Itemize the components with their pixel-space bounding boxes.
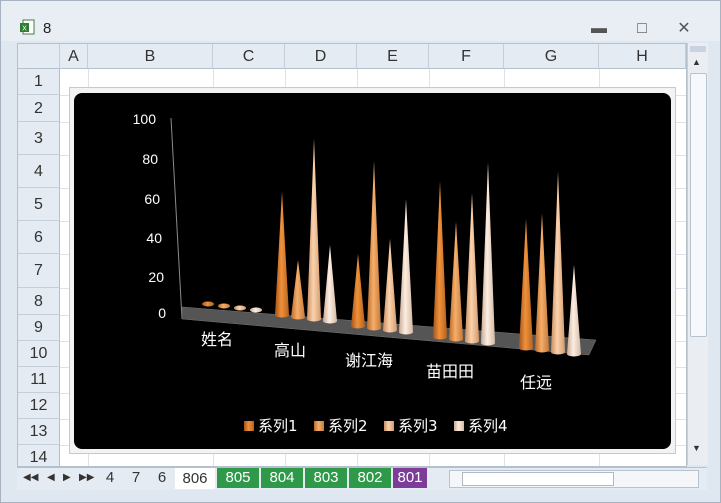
sheet-tab-active[interactable]: 806 (175, 468, 215, 489)
row-header-13[interactable]: 13 (18, 419, 60, 445)
y-tick-label: 40 (146, 230, 162, 246)
x-category-label: 谢江海 (345, 351, 393, 370)
sheet-tab[interactable]: 7 (125, 468, 147, 488)
row-header-14[interactable]: 14 (18, 445, 60, 466)
split-handle[interactable] (690, 46, 706, 52)
sheet-tab[interactable]: 801 (393, 468, 427, 488)
maximize-button[interactable]: □ (629, 19, 655, 39)
legend-marker-3 (384, 421, 394, 431)
y-tick-label: 60 (144, 191, 160, 207)
close-button[interactable]: ✕ (671, 19, 697, 39)
row-header-10[interactable]: 10 (18, 341, 60, 367)
vertical-scrollbar[interactable]: ▲ ▼ (687, 43, 708, 465)
y-tick-label: 0 (158, 305, 166, 321)
sheet-tab-bar: ◀◀ ◀ ▶ ▶▶ 4 7 6 806 805 804 803 802 801 (17, 467, 707, 490)
prev-sheet-icon[interactable]: ◀ (47, 472, 55, 483)
row-header-1[interactable]: 1 (18, 69, 60, 95)
window-title: 8 (43, 20, 52, 37)
row-header-9[interactable]: 9 (18, 315, 60, 341)
cone-3-2 (307, 138, 321, 322)
column-header-f[interactable]: F (429, 44, 504, 69)
cone-4-2 (323, 245, 337, 324)
svg-text:X: X (22, 26, 27, 33)
scroll-thumb[interactable] (690, 73, 707, 337)
cone-1-4 (433, 181, 447, 340)
excel-icon: X (20, 19, 35, 35)
row-header-2[interactable]: 2 (18, 95, 60, 122)
cone-chart: 100 80 60 40 20 0 姓名 高山 谢江海 苗田田 任远 系列1 系… (133, 111, 597, 435)
y-tick-label: 80 (142, 151, 158, 167)
row-header-8[interactable]: 8 (18, 288, 60, 315)
column-header-h[interactable]: H (599, 44, 686, 69)
horizontal-scrollbar[interactable] (449, 470, 699, 488)
sheet-tab[interactable]: 805 (217, 468, 259, 488)
maximize-icon: □ (637, 20, 647, 37)
x-category-label: 高山 (274, 341, 306, 360)
first-sheet-icon[interactable]: ◀◀ (23, 472, 38, 483)
cone-2-4 (449, 221, 463, 342)
minimize-icon: ▬ (591, 20, 607, 37)
column-header-e[interactable]: E (357, 44, 429, 69)
column-header-c[interactable]: C (213, 44, 285, 69)
scroll-down-icon[interactable]: ▼ (692, 443, 701, 453)
x-category-label: 苗田田 (426, 362, 474, 381)
cone-1-5 (519, 218, 533, 351)
cone-2-5 (535, 213, 549, 353)
x-category-label: 姓名 (201, 330, 233, 349)
legend: 系列1 系列2 系列3 系列4 (244, 417, 508, 435)
legend-label: 系列4 (468, 417, 508, 435)
cone-2-3 (367, 160, 381, 331)
cone-4-3 (399, 199, 413, 335)
row-header-11[interactable]: 11 (18, 367, 60, 393)
minimize-button[interactable]: ▬ (586, 19, 612, 39)
row-header-6[interactable]: 6 (18, 221, 60, 254)
select-all-corner[interactable] (18, 44, 60, 69)
cone-2-2 (291, 260, 305, 320)
legend-label: 系列2 (328, 417, 368, 435)
legend-marker-1 (244, 421, 254, 431)
sheet-tab[interactable]: 804 (261, 468, 303, 488)
cone-3-3 (383, 238, 397, 333)
cone-4-1 (250, 307, 262, 313)
close-icon: ✕ (677, 20, 691, 37)
legend-label: 系列1 (258, 417, 298, 435)
column-header-d[interactable]: D (285, 44, 357, 69)
cone-1-3 (351, 253, 365, 329)
y-tick-label: 20 (148, 269, 164, 285)
column-header-b[interactable]: B (88, 44, 213, 69)
cone-4-5 (567, 264, 581, 357)
title-bar: X 8 ▬ □ ✕ (1, 1, 720, 41)
next-sheet-icon[interactable]: ▶ (63, 472, 71, 483)
cone-1-2 (275, 191, 289, 318)
y-axis-ticks: 100 80 60 40 20 0 (133, 111, 167, 321)
row-header-5[interactable]: 5 (18, 188, 60, 221)
legend-label: 系列3 (398, 417, 438, 435)
row-header-4[interactable]: 4 (18, 155, 60, 188)
row-header-12[interactable]: 12 (18, 393, 60, 419)
cone-3-4 (465, 192, 479, 344)
cone-2-1 (218, 303, 230, 309)
excel-window: X 8 ▬ □ ✕ A B C D E F G H 1 2 3 4 5 6 7 … (0, 0, 721, 503)
cone-1-1 (202, 301, 214, 307)
scroll-up-icon[interactable]: ▲ (692, 57, 701, 67)
sheet-tab[interactable]: 803 (305, 468, 347, 488)
column-header-g[interactable]: G (504, 44, 599, 69)
legend-marker-4 (454, 421, 464, 431)
column-header-a[interactable]: A (60, 44, 88, 69)
sheet-tab[interactable]: 802 (349, 468, 391, 488)
y-tick-label: 100 (133, 111, 157, 127)
cone-3-1 (234, 305, 246, 311)
sheet-tab[interactable]: 4 (99, 468, 121, 488)
legend-marker-2 (314, 421, 324, 431)
sheet-tab[interactable]: 6 (151, 468, 173, 488)
last-sheet-icon[interactable]: ▶▶ (79, 472, 94, 483)
y-axis-line (170, 117, 183, 320)
row-header-7[interactable]: 7 (18, 254, 60, 288)
chart-area[interactable]: 100 80 60 40 20 0 姓名 高山 谢江海 苗田田 任远 系列1 系… (74, 93, 671, 449)
cone-3-5 (551, 171, 565, 355)
cone-4-4 (481, 162, 495, 346)
row-header-3[interactable]: 3 (18, 122, 60, 155)
x-category-label: 任远 (520, 373, 552, 392)
horizontal-scroll-thumb[interactable] (462, 472, 614, 486)
